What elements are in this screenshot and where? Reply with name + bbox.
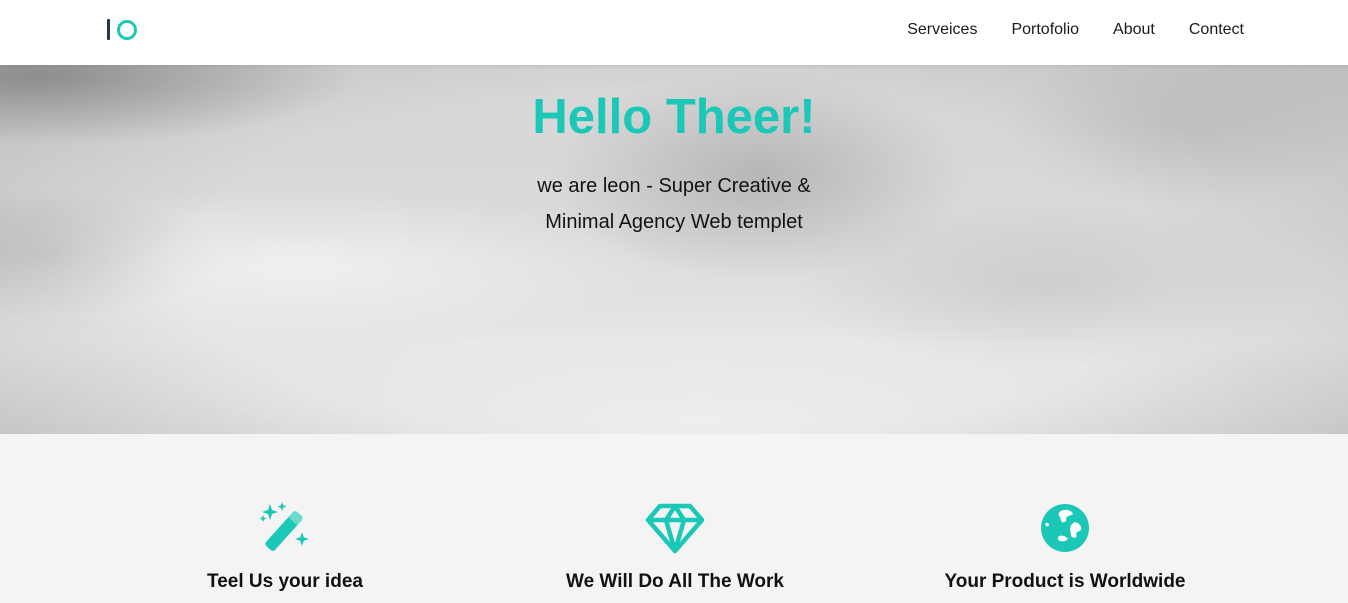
feature-worldwide: Your Product is Worldwide [865, 502, 1265, 594]
diamond-icon [645, 503, 705, 554]
nav-link-services[interactable]: Serveices [907, 20, 977, 40]
nav-link-portfolio[interactable]: Portofolio [1011, 20, 1079, 40]
site-header: Serveices Portofolio About Contect [0, 0, 1348, 65]
hero-subtitle: we are leon - Super Creative & Minimal A… [0, 168, 1348, 240]
magic-wand-icon [259, 502, 309, 551]
logo-bar-mark [107, 19, 110, 40]
hero-title: Hello Theer! [532, 90, 816, 144]
hero-subtitle-line-2: Minimal Agency Web templet [545, 211, 803, 233]
feature-work: We Will Do All The Work [475, 502, 875, 594]
feature-work-label: We Will Do All The Work [566, 571, 784, 592]
feature-idea: Teel Us your idea [85, 502, 485, 594]
feature-worldwide-label: Your Product is Worldwide [944, 571, 1186, 592]
hero-section: Hello Theer! we are leon - Super Creativ… [0, 65, 1348, 434]
globe-icon [1041, 504, 1089, 552]
logo[interactable] [107, 18, 137, 41]
logo-ring-mark [117, 19, 137, 40]
nav-link-about[interactable]: About [1113, 20, 1155, 40]
feature-idea-label: Teel Us your idea [207, 571, 363, 592]
hero-subtitle-line-1: we are leon - Super Creative & [537, 175, 811, 197]
features-section: Teel Us your idea We Will Do All The Wor… [0, 434, 1348, 603]
main-nav: Serveices Portofolio About Contect [873, 20, 1244, 40]
nav-link-contact[interactable]: Contect [1189, 20, 1244, 40]
